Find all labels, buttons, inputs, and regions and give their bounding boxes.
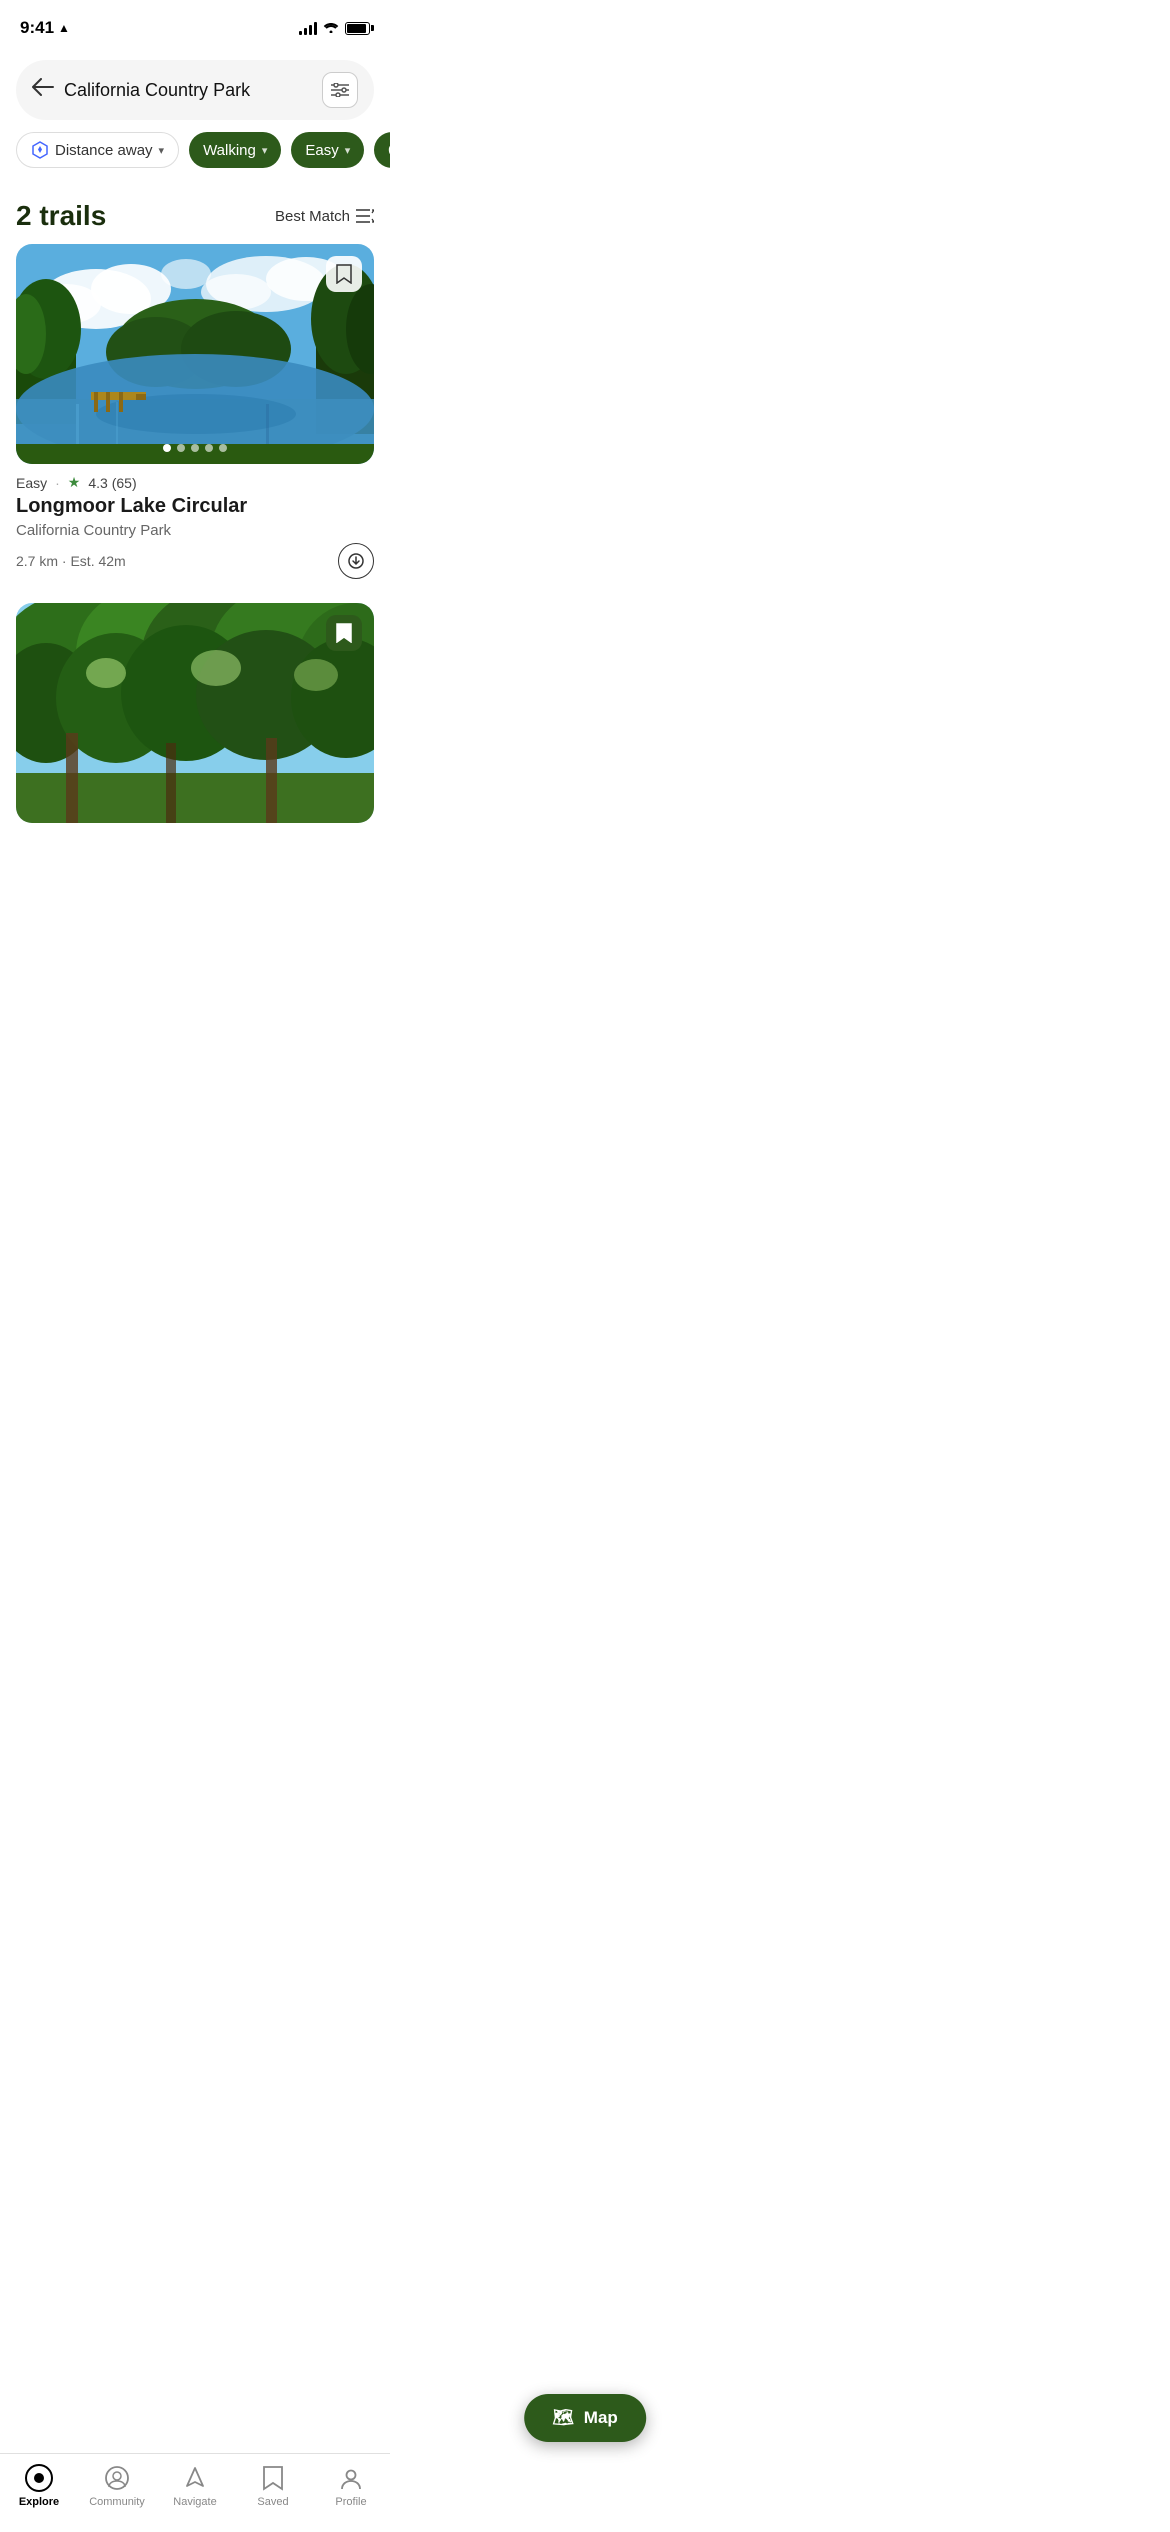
trail-difficulty-1: Easy bbox=[16, 475, 47, 491]
community-icon bbox=[103, 2464, 131, 2492]
nav-community[interactable]: Community bbox=[87, 2464, 147, 2508]
km-filter-pill[interactable]: 0 km bbox=[374, 132, 390, 168]
nav-explore-label: Explore bbox=[19, 2496, 59, 2508]
trail-location-1: California Country Park bbox=[16, 522, 374, 539]
nav-community-label: Community bbox=[89, 2496, 145, 2508]
difficulty-filter-label: Easy bbox=[305, 142, 338, 159]
wifi-icon bbox=[323, 20, 339, 36]
explore-icon bbox=[25, 2464, 53, 2492]
difficulty-filter-pill[interactable]: Easy ▾ bbox=[291, 132, 364, 168]
map-button-label: Map bbox=[584, 2408, 618, 2428]
trail-image-2[interactable] bbox=[16, 603, 374, 823]
map-icon: 🗺 bbox=[552, 2408, 574, 2428]
trails-header: 2 trails Best Match bbox=[0, 184, 390, 244]
location-arrow-icon: ▲ bbox=[58, 21, 70, 35]
back-button[interactable] bbox=[32, 78, 54, 102]
status-icons bbox=[299, 20, 370, 36]
dot-4 bbox=[205, 444, 213, 452]
download-button-1[interactable] bbox=[338, 543, 374, 579]
distance-chevron-icon: ▾ bbox=[159, 144, 165, 157]
trail-card-2 bbox=[0, 603, 390, 823]
km-filter-label: 0 km bbox=[388, 142, 390, 159]
status-bar: 9:41 ▲ bbox=[0, 0, 390, 50]
nav-profile-label: Profile bbox=[335, 2496, 366, 2508]
map-fab-button[interactable]: 🗺 Map bbox=[524, 2394, 646, 2442]
walking-filter-pill[interactable]: Walking ▾ bbox=[189, 132, 281, 168]
trail-meta-1: Easy · ★ 4.3 (65) bbox=[16, 474, 374, 491]
search-bar[interactable]: California Country Park bbox=[16, 60, 374, 120]
sort-label: Best Match bbox=[275, 208, 350, 225]
dot-5 bbox=[219, 444, 227, 452]
signal-icon bbox=[299, 21, 317, 35]
star-icon: ★ bbox=[68, 474, 81, 491]
distance-filter-pill[interactable]: Distance away ▾ bbox=[16, 132, 179, 168]
dot-3 bbox=[191, 444, 199, 452]
nav-profile[interactable]: Profile bbox=[321, 2464, 381, 2508]
dot-2 bbox=[177, 444, 185, 452]
sort-icon bbox=[356, 208, 374, 224]
filter-row: Distance away ▾ Walking ▾ Easy ▾ 0 km bbox=[0, 132, 390, 184]
trails-count: 2 trails bbox=[16, 200, 106, 232]
nav-saved[interactable]: Saved bbox=[243, 2464, 303, 2508]
nav-saved-label: Saved bbox=[257, 2496, 288, 2508]
nav-explore[interactable]: Explore bbox=[9, 2464, 69, 2508]
trail-name-1[interactable]: Longmoor Lake Circular bbox=[16, 495, 374, 518]
battery-icon bbox=[345, 22, 370, 35]
trail-card-1: Easy · ★ 4.3 (65) Longmoor Lake Circular… bbox=[0, 244, 390, 579]
hexagon-icon bbox=[31, 141, 49, 159]
walking-filter-label: Walking bbox=[203, 142, 256, 159]
distance-filter-label: Distance away bbox=[55, 142, 153, 159]
profile-icon bbox=[337, 2464, 365, 2492]
nav-navigate-label: Navigate bbox=[173, 2496, 216, 2508]
filter-button[interactable] bbox=[322, 72, 358, 108]
sort-button[interactable]: Best Match bbox=[275, 208, 374, 225]
status-time: 9:41 ▲ bbox=[20, 18, 70, 38]
dot-1 bbox=[163, 444, 171, 452]
image-dots-1 bbox=[163, 444, 227, 452]
walking-chevron-icon: ▾ bbox=[262, 144, 268, 157]
trail-stats-1: 2.7 km · Est. 42m bbox=[16, 553, 126, 569]
bookmark-button-2[interactable] bbox=[326, 615, 362, 651]
trail-info-1: Easy · ★ 4.3 (65) Longmoor Lake Circular… bbox=[0, 464, 390, 579]
navigate-icon bbox=[181, 2464, 209, 2492]
bottom-nav: Explore Community Navigate Saved bbox=[0, 2453, 390, 2532]
nav-navigate[interactable]: Navigate bbox=[165, 2464, 225, 2508]
bookmark-button-1[interactable] bbox=[326, 256, 362, 292]
trail-rating-1: 4.3 (65) bbox=[88, 475, 136, 491]
trail-stats-row-1: 2.7 km · Est. 42m bbox=[16, 543, 374, 579]
trail-image-1[interactable] bbox=[16, 244, 374, 464]
difficulty-chevron-icon: ▾ bbox=[345, 144, 351, 157]
search-query: California Country Park bbox=[64, 80, 312, 101]
saved-icon bbox=[259, 2464, 287, 2492]
